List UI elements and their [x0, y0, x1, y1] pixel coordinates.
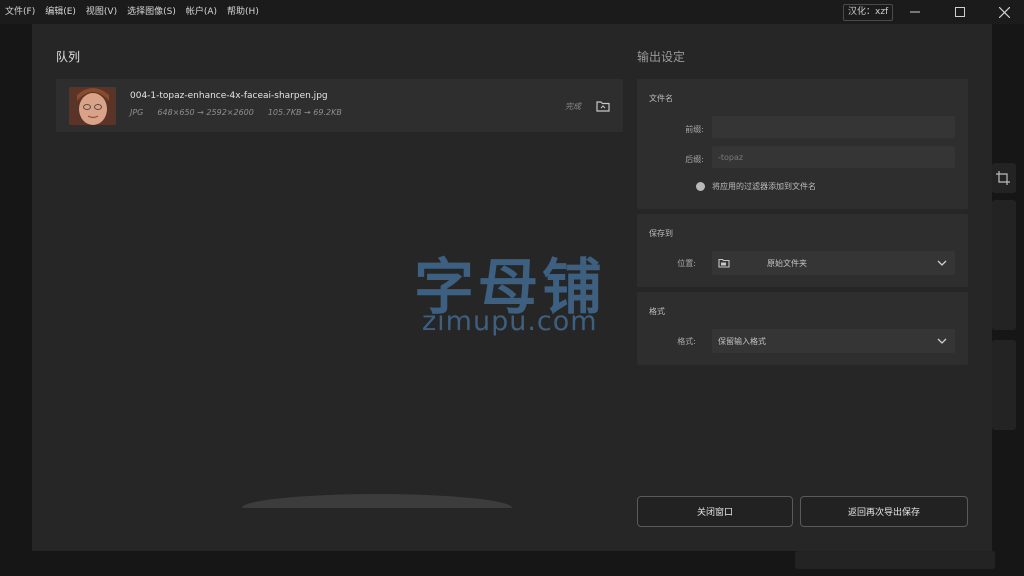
menu-help[interactable]: 帮助(H) [222, 0, 264, 24]
menu-file[interactable]: 文件(F) [0, 0, 40, 24]
file-format: JPG [130, 108, 144, 117]
close-window-button[interactable] [982, 0, 1024, 24]
filename-section: 文件名 前缀: 后缀: 将应用的过滤器添加到文件名 [637, 79, 968, 209]
save-to-section-title: 保存到 [649, 229, 673, 238]
menu-account[interactable]: 帐户(A) [181, 0, 222, 24]
location-value: 原始文件夹 [767, 258, 807, 268]
filename-section-title: 文件名 [649, 94, 673, 103]
background-side-panel-lower [992, 340, 1016, 430]
minimize-icon [910, 11, 920, 13]
toggle-dot-icon [696, 182, 705, 191]
folder-icon [718, 258, 730, 268]
format-select[interactable]: 保留输入格式 [712, 329, 955, 353]
localization-badge: 汉化：xzf [843, 4, 894, 21]
prefix-label: 前缀: [685, 125, 704, 134]
location-select[interactable]: 原始文件夹 [712, 251, 955, 275]
image-thumbnail [69, 87, 116, 125]
queue-item[interactable]: 004-1-topaz-enhance-4x-faceai-sharpen.jp… [56, 79, 623, 132]
crop-icon [996, 171, 1010, 185]
maximize-icon [955, 7, 965, 17]
queue-scroll-indicator [242, 494, 512, 508]
minimize-button[interactable] [893, 0, 937, 24]
file-meta: JPG 648×650 → 2592×2600 105.7KB → 69.2KB [130, 108, 342, 117]
append-filter-label: 将应用的过滤器添加到文件名 [712, 182, 816, 191]
format-label: 格式: [677, 337, 696, 346]
menu-select-image[interactable]: 选择图像(S) [122, 0, 181, 24]
background-side-panel [992, 200, 1016, 330]
suffix-input[interactable] [712, 146, 955, 168]
export-dialog: 队列 004-1-topaz-enhance-4x-faceai-sharpen… [32, 24, 992, 551]
output-settings-title: 输出设定 [637, 50, 686, 64]
file-dimensions: 648×650 → 2592×2600 [157, 108, 254, 117]
folder-icon [596, 101, 610, 112]
save-to-section: 保存到 位置: 原始文件夹 [637, 214, 968, 287]
background-bottom-panel [795, 551, 995, 569]
close-icon [998, 6, 1010, 18]
location-label: 位置: [677, 259, 696, 268]
chevron-down-icon [937, 338, 947, 344]
menu-view[interactable]: 视图(V) [81, 0, 122, 24]
portrait-thumbnail-icon [69, 87, 116, 125]
format-value: 保留输入格式 [718, 336, 766, 346]
status-text: 完成 [565, 102, 581, 111]
format-section: 格式 格式: 保留输入格式 [637, 292, 968, 365]
append-filter-toggle[interactable]: 将应用的过滤器添加到文件名 [696, 181, 816, 192]
file-name: 004-1-topaz-enhance-4x-faceai-sharpen.jp… [130, 91, 328, 101]
queue-title: 队列 [56, 50, 81, 64]
maximize-button[interactable] [938, 0, 982, 24]
format-section-title: 格式 [649, 307, 665, 316]
open-folder-button[interactable] [596, 98, 610, 112]
close-dialog-button[interactable]: 关闭窗口 [637, 496, 793, 527]
watermark-url: zimupu.com [422, 306, 598, 337]
prefix-input[interactable] [712, 116, 955, 138]
return-export-again-button[interactable]: 返回再次导出保存 [800, 496, 968, 527]
menu-edit[interactable]: 编辑(E) [40, 0, 81, 24]
file-size: 105.7KB → 69.2KB [267, 108, 342, 117]
suffix-label: 后缀: [685, 155, 704, 164]
chevron-down-icon [937, 260, 947, 266]
background-tool-panel [992, 163, 1016, 193]
